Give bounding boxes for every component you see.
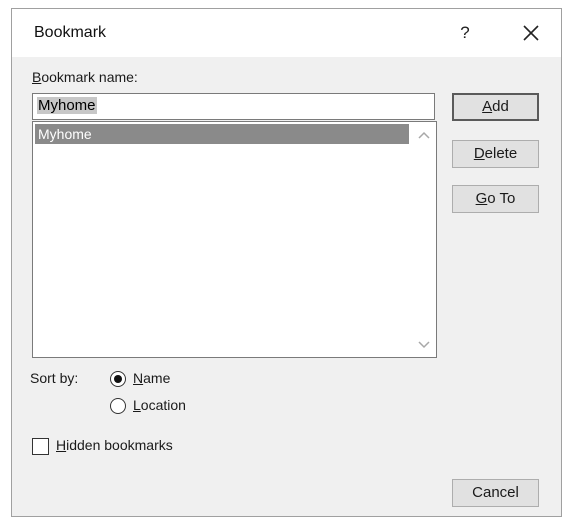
- sort-name-radio[interactable]: [110, 371, 126, 387]
- help-button[interactable]: ?: [454, 21, 476, 45]
- chevron-up-icon: [418, 131, 430, 139]
- bookmark-list[interactable]: Myhome: [32, 121, 437, 358]
- cancel-button[interactable]: Cancel: [452, 479, 539, 507]
- sort-location-radio[interactable]: [110, 398, 126, 414]
- title-bar: Bookmark ?: [12, 9, 561, 57]
- add-button[interactable]: Add: [452, 93, 539, 121]
- sort-location-label[interactable]: Location: [133, 397, 186, 413]
- bookmark-dialog: Bookmark ? Bookmark name: Myhome Myhome …: [11, 8, 562, 517]
- chevron-down-icon: [418, 341, 430, 349]
- hidden-bookmarks-checkbox[interactable]: [32, 438, 49, 455]
- list-item[interactable]: Myhome: [35, 124, 409, 144]
- bookmark-name-label: Bookmark name:: [32, 69, 138, 85]
- scroll-up-button[interactable]: [415, 128, 433, 142]
- scroll-down-button[interactable]: [415, 338, 433, 352]
- radio-selected-dot: [114, 375, 122, 383]
- dialog-title: Bookmark: [34, 24, 107, 41]
- sort-by-label: Sort by:: [30, 370, 79, 386]
- goto-button[interactable]: Go To: [452, 185, 539, 213]
- delete-button[interactable]: Delete: [452, 140, 539, 168]
- close-button[interactable]: [517, 19, 545, 47]
- bookmark-name-value: Myhome: [37, 97, 97, 114]
- hidden-bookmarks-label[interactable]: Hidden bookmarks: [56, 437, 173, 453]
- bookmark-name-input[interactable]: Myhome: [32, 93, 435, 120]
- sort-name-label[interactable]: Name: [133, 370, 170, 386]
- close-icon: [523, 25, 539, 41]
